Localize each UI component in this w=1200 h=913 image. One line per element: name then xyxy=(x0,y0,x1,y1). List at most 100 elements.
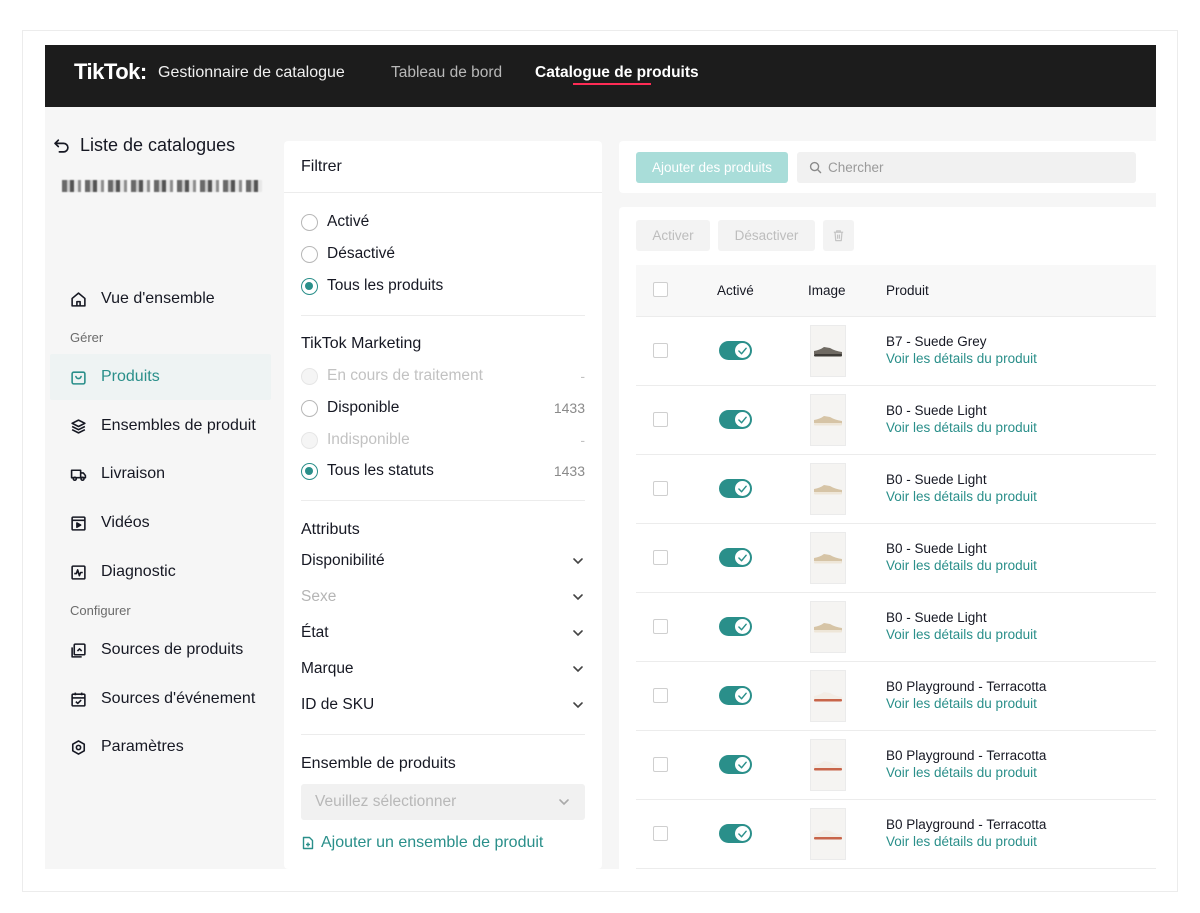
product-details-link[interactable]: Voir les détails du produit xyxy=(886,351,1037,366)
row-checkbox[interactable] xyxy=(653,688,668,703)
product-set-select[interactable]: Veuillez sélectionner xyxy=(301,784,585,820)
sidebar-item-product-sources[interactable]: Sources de produits xyxy=(50,627,271,673)
add-products-button[interactable]: Ajouter des produits xyxy=(636,152,788,183)
attr-label: Marque xyxy=(301,660,354,677)
product-details-link[interactable]: Voir les détails du produit xyxy=(886,420,1037,435)
sidebar-item-product-sets[interactable]: Ensembles de produit xyxy=(50,403,271,449)
shoe-image xyxy=(814,554,842,564)
radio-status-disabled[interactable]: Désactivé xyxy=(301,243,585,265)
product-details-link[interactable]: Voir les détails du produit xyxy=(886,834,1037,849)
row-checkbox[interactable] xyxy=(653,481,668,496)
table-row: B0 - Suede Light Voir les détails du prod… xyxy=(636,524,1156,593)
product-thumbnail[interactable] xyxy=(810,601,846,653)
product-details-link[interactable]: Voir les détails du produit xyxy=(886,765,1037,780)
enabled-toggle[interactable] xyxy=(719,410,752,429)
product-name: B0 - Suede Light xyxy=(886,403,987,418)
tiktok-logo[interactable]: TikTok: xyxy=(74,59,147,85)
product-thumbnail[interactable] xyxy=(810,325,846,377)
add-product-set-link[interactable]: Ajouter un ensemble de produit xyxy=(301,834,543,852)
chevron-down-icon xyxy=(573,558,583,565)
radio-button xyxy=(301,367,318,385)
sidebar: Liste de catalogues Vue d'ensemble Gérer… xyxy=(45,107,283,869)
sidebar-item-event-sources[interactable]: Sources d'événement xyxy=(50,676,271,722)
filter-title: Filtrer xyxy=(284,141,602,193)
activate-button[interactable]: Activer xyxy=(636,220,710,251)
select-placeholder: Veuillez sélectionner xyxy=(315,793,457,810)
radio-button xyxy=(301,431,318,449)
row-checkbox[interactable] xyxy=(653,550,668,565)
table-row: B0 - Suede Light Voir les détails du prod… xyxy=(636,455,1156,524)
nav-catalogue-de-produits[interactable]: Catalogue de produits xyxy=(535,64,699,82)
deactivate-button[interactable]: Désactiver xyxy=(718,220,815,251)
product-details-link[interactable]: Voir les détails du produit xyxy=(886,696,1037,711)
product-thumbnail[interactable] xyxy=(810,394,846,446)
radio-status-enabled[interactable]: Activé xyxy=(301,211,585,233)
attr-label: ID de SKU xyxy=(301,696,375,713)
attr-condition[interactable]: État xyxy=(301,622,585,644)
shoe-image xyxy=(814,416,842,426)
layers-icon xyxy=(71,418,86,434)
radio-button[interactable] xyxy=(301,399,318,417)
sidebar-item-shipping[interactable]: Livraison xyxy=(50,451,271,497)
radio-button[interactable] xyxy=(301,245,318,263)
enabled-toggle[interactable] xyxy=(719,686,752,705)
row-checkbox[interactable] xyxy=(653,757,668,772)
chevron-down-icon xyxy=(559,799,569,806)
check-icon xyxy=(738,485,747,493)
row-checkbox[interactable] xyxy=(653,619,668,634)
radio-label: Désactivé xyxy=(327,245,396,262)
product-name: B0 - Suede Light xyxy=(886,472,987,487)
radio-status-all[interactable]: Tous les produits xyxy=(301,275,585,297)
attr-gender[interactable]: Sexe xyxy=(301,586,585,608)
product-thumbnail[interactable] xyxy=(810,808,846,860)
section-configure: Configurer xyxy=(70,603,131,618)
column-header-product: Produit xyxy=(886,283,929,298)
radio-marketing-available[interactable]: Disponible 1433 xyxy=(301,397,585,419)
table-row: B0 - Suede Light Voir les détails du prod… xyxy=(636,386,1156,455)
product-details-link[interactable]: Voir les détails du produit xyxy=(886,489,1037,504)
product-thumbnail[interactable] xyxy=(810,739,846,791)
radio-label: Tous les statuts xyxy=(327,462,434,479)
radio-button[interactable] xyxy=(301,213,318,231)
search-input[interactable] xyxy=(828,160,1128,175)
sidebar-item-overview[interactable]: Vue d'ensemble xyxy=(50,276,271,322)
enabled-toggle[interactable] xyxy=(719,341,752,360)
search-box[interactable] xyxy=(797,152,1136,183)
attr-sku-id[interactable]: ID de SKU xyxy=(301,694,585,716)
row-checkbox[interactable] xyxy=(653,412,668,427)
settings-icon xyxy=(71,739,86,755)
delete-button[interactable] xyxy=(823,220,854,251)
sidebar-item-label: Diagnostic xyxy=(101,563,176,580)
radio-button-checked[interactable] xyxy=(301,462,318,480)
product-thumbnail[interactable] xyxy=(810,670,846,722)
select-all-checkbox[interactable] xyxy=(653,282,668,297)
radio-marketing-all[interactable]: Tous les statuts 1433 xyxy=(301,460,585,482)
row-checkbox[interactable] xyxy=(653,343,668,358)
nav-tableau-de-bord[interactable]: Tableau de bord xyxy=(391,64,502,82)
enabled-toggle[interactable] xyxy=(719,617,752,636)
attr-brand[interactable]: Marque xyxy=(301,658,585,680)
product-thumbnail[interactable] xyxy=(810,463,846,515)
radio-button-checked[interactable] xyxy=(301,277,318,295)
enabled-toggle[interactable] xyxy=(719,479,752,498)
sidebar-item-diagnostic[interactable]: Diagnostic xyxy=(50,549,271,595)
enabled-toggle[interactable] xyxy=(719,548,752,567)
product-thumbnail[interactable] xyxy=(810,532,846,584)
back-to-catalog-list[interactable]: Liste de catalogues xyxy=(53,135,235,156)
sidebar-item-settings[interactable]: Paramètres xyxy=(50,724,271,770)
add-file-icon xyxy=(302,836,314,850)
video-icon xyxy=(71,515,86,531)
product-details-link[interactable]: Voir les détails du produit xyxy=(886,558,1037,573)
product-name: B0 - Suede Light xyxy=(886,610,987,625)
enabled-toggle[interactable] xyxy=(719,824,752,843)
sidebar-item-videos[interactable]: Vidéos xyxy=(50,500,271,546)
enabled-toggle[interactable] xyxy=(719,755,752,774)
sidebar-item-products[interactable]: Produits xyxy=(50,354,271,400)
product-details-link[interactable]: Voir les détails du produit xyxy=(886,627,1037,642)
chevron-down-icon xyxy=(573,594,583,601)
truck-icon xyxy=(70,468,87,481)
attr-availability[interactable]: Disponibilité xyxy=(301,550,585,572)
table-row: B0 Playground - Terracotta Voir les détai… xyxy=(636,800,1156,869)
radio-count: 1433 xyxy=(553,400,585,416)
row-checkbox[interactable] xyxy=(653,826,668,841)
